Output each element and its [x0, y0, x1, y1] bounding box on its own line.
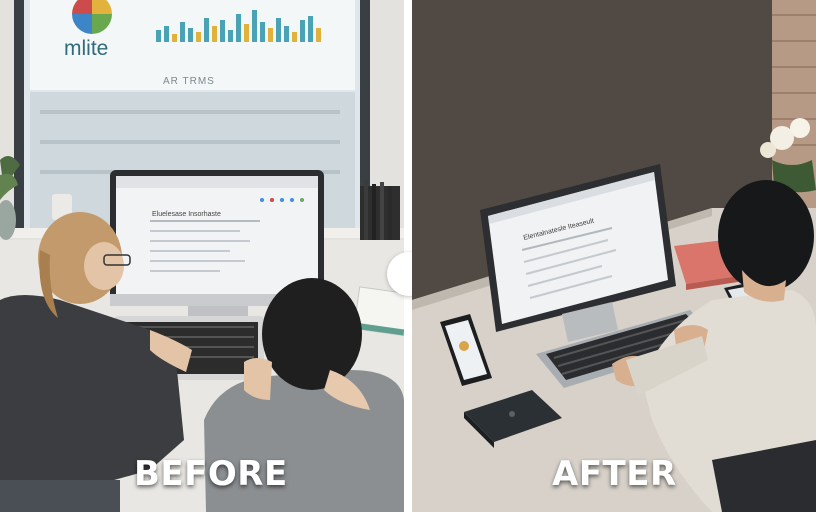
app-badge-icon: [459, 341, 469, 351]
window-banner-text: AR TRMS: [163, 76, 215, 87]
window-logo-text: mlite: [64, 37, 108, 60]
before-scene: mlite AR TRMS Eluelesase Insorhaste: [0, 0, 404, 512]
monitor-heading-before: Eluelesase Insorhaste: [152, 211, 221, 218]
after-panel: Elentalnatesle Iteaseult: [412, 0, 816, 512]
before-after-comparison: mlite AR TRMS Eluelesase Insorhaste Elen…: [0, 0, 816, 512]
before-label: BEFORE: [134, 454, 288, 494]
after-label: AFTER: [552, 454, 677, 494]
after-scene: Elentalnatesle Iteaseult: [412, 0, 816, 512]
before-panel: mlite AR TRMS Eluelesase Insorhaste: [0, 0, 404, 512]
